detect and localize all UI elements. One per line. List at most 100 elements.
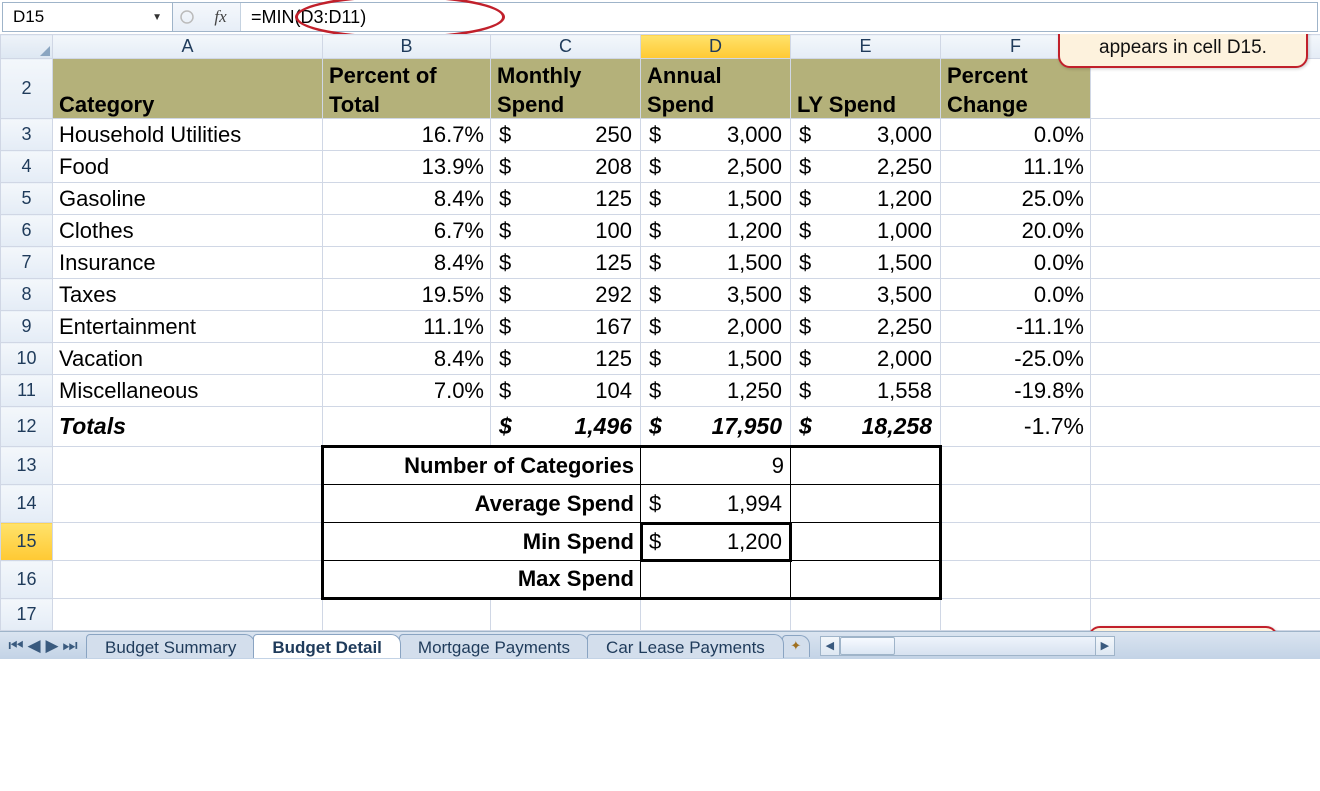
cell-B8[interactable]: 19.5% [323,279,491,311]
cell-E17[interactable] [791,599,941,631]
cell-A7[interactable]: Insurance [53,247,323,279]
row-header-17[interactable]: 17 [1,599,53,631]
cell-BC13[interactable]: Number of Categories [323,447,641,485]
cell-E13[interactable] [791,447,941,485]
cell-A6[interactable]: Clothes [53,215,323,247]
row-header-12[interactable]: 12 [1,407,53,447]
cell-F7[interactable]: 0.0% [941,247,1091,279]
tab-nav-first-icon[interactable]: ⏮ [8,636,24,656]
row-header-8[interactable]: 8 [1,279,53,311]
cell-F12[interactable]: -1.7% [941,407,1091,447]
row-header-6[interactable]: 6 [1,215,53,247]
col-header-C[interactable]: C [491,35,641,59]
cell-E6[interactable]: $1,000 [791,215,941,247]
row-header-5[interactable]: 5 [1,183,53,215]
cell-F16[interactable] [941,561,1091,599]
cell-A14[interactable] [53,485,323,523]
cell-F17[interactable] [941,599,1091,631]
cell-C3[interactable]: $250 [491,119,641,151]
cell-C17[interactable] [491,599,641,631]
cell-E2-top[interactable] [791,59,941,89]
cell-A10[interactable]: Vacation [53,343,323,375]
cell-G5[interactable] [1091,183,1320,215]
tab-nav-next-icon[interactable]: ▶ [44,636,60,656]
row-header-9[interactable]: 9 [1,311,53,343]
cell-B2-bot[interactable]: Total [323,89,491,119]
cell-BC14[interactable]: Average Spend [323,485,641,523]
sheet-tab-budget-detail[interactable]: Budget Detail [253,634,401,658]
new-sheet-button[interactable]: ✦ [782,635,810,657]
cell-D8[interactable]: $3,500 [641,279,791,311]
row-header-10[interactable]: 10 [1,343,53,375]
cell-C2-bot[interactable]: Spend [491,89,641,119]
cell-B7[interactable]: 8.4% [323,247,491,279]
cell-C8[interactable]: $292 [491,279,641,311]
cell-A15[interactable] [53,523,323,561]
spreadsheet-grid[interactable]: A B C D E F G 2 Category Percent of Mont… [0,34,1320,631]
cell-B17[interactable] [323,599,491,631]
cell-G12[interactable] [1091,407,1320,447]
cell-C10[interactable]: $125 [491,343,641,375]
tab-nav-prev-icon[interactable]: ◀ [26,636,42,656]
cell-D11[interactable]: $1,250 [641,375,791,407]
cell-E2-bot[interactable]: LY Spend [791,89,941,119]
cell-F10[interactable]: -25.0% [941,343,1091,375]
cell-A2[interactable]: Category [53,59,323,119]
cell-B5[interactable]: 8.4% [323,183,491,215]
hscroll-left-icon[interactable]: ◀ [820,636,840,656]
cell-G14[interactable] [1091,485,1320,523]
cell-E12[interactable]: $18,258 [791,407,941,447]
cell-C6[interactable]: $100 [491,215,641,247]
cell-F11[interactable]: -19.8% [941,375,1091,407]
cell-D2-top[interactable]: Annual [641,59,791,89]
cell-G7[interactable] [1091,247,1320,279]
cell-B6[interactable]: 6.7% [323,215,491,247]
cell-D2-bot[interactable]: Spend [641,89,791,119]
hscroll-thumb[interactable] [840,637,895,655]
cell-A3[interactable]: Household Utilities [53,119,323,151]
row-header-2[interactable]: 2 [1,59,53,119]
cell-F14[interactable] [941,485,1091,523]
row-header-4[interactable]: 4 [1,151,53,183]
select-all-corner[interactable] [1,35,53,59]
cell-B11[interactable]: 7.0% [323,375,491,407]
sheet-tab-car-lease-payments[interactable]: Car Lease Payments [587,634,784,658]
cell-D4[interactable]: $2,500 [641,151,791,183]
cell-E15[interactable] [791,523,941,561]
cell-E16[interactable] [791,561,941,599]
cell-D10[interactable]: $1,500 [641,343,791,375]
cell-C11[interactable]: $104 [491,375,641,407]
cell-G11[interactable] [1091,375,1320,407]
cell-D15[interactable]: $1,200 [641,523,791,561]
cell-F9[interactable]: -11.1% [941,311,1091,343]
cell-D6[interactable]: $1,200 [641,215,791,247]
cell-G15[interactable] [1091,523,1320,561]
cell-G4[interactable] [1091,151,1320,183]
cell-F15[interactable] [941,523,1091,561]
cell-D3[interactable]: $3,000 [641,119,791,151]
cell-G8[interactable] [1091,279,1320,311]
cell-F13[interactable] [941,447,1091,485]
cell-D16[interactable] [641,561,791,599]
row-header-3[interactable]: 3 [1,119,53,151]
col-header-E[interactable]: E [791,35,941,59]
col-header-D[interactable]: D [641,35,791,59]
cell-BC16[interactable]: Max Spend [323,561,641,599]
cell-D7[interactable]: $1,500 [641,247,791,279]
cell-D5[interactable]: $1,500 [641,183,791,215]
tab-nav-last-icon[interactable]: ⏭ [62,636,78,656]
cell-B3[interactable]: 16.7% [323,119,491,151]
cell-G6[interactable] [1091,215,1320,247]
cell-F3[interactable]: 0.0% [941,119,1091,151]
cell-A8[interactable]: Taxes [53,279,323,311]
cell-B9[interactable]: 11.1% [323,311,491,343]
cell-E8[interactable]: $3,500 [791,279,941,311]
cell-G10[interactable] [1091,343,1320,375]
cell-E14[interactable] [791,485,941,523]
name-box-dropdown-icon[interactable]: ▼ [152,12,162,23]
sheet-tab-mortgage-payments[interactable]: Mortgage Payments [399,634,589,658]
col-header-B[interactable]: B [323,35,491,59]
cell-C2-top[interactable]: Monthly [491,59,641,89]
row-header-7[interactable]: 7 [1,247,53,279]
row-header-11[interactable]: 11 [1,375,53,407]
